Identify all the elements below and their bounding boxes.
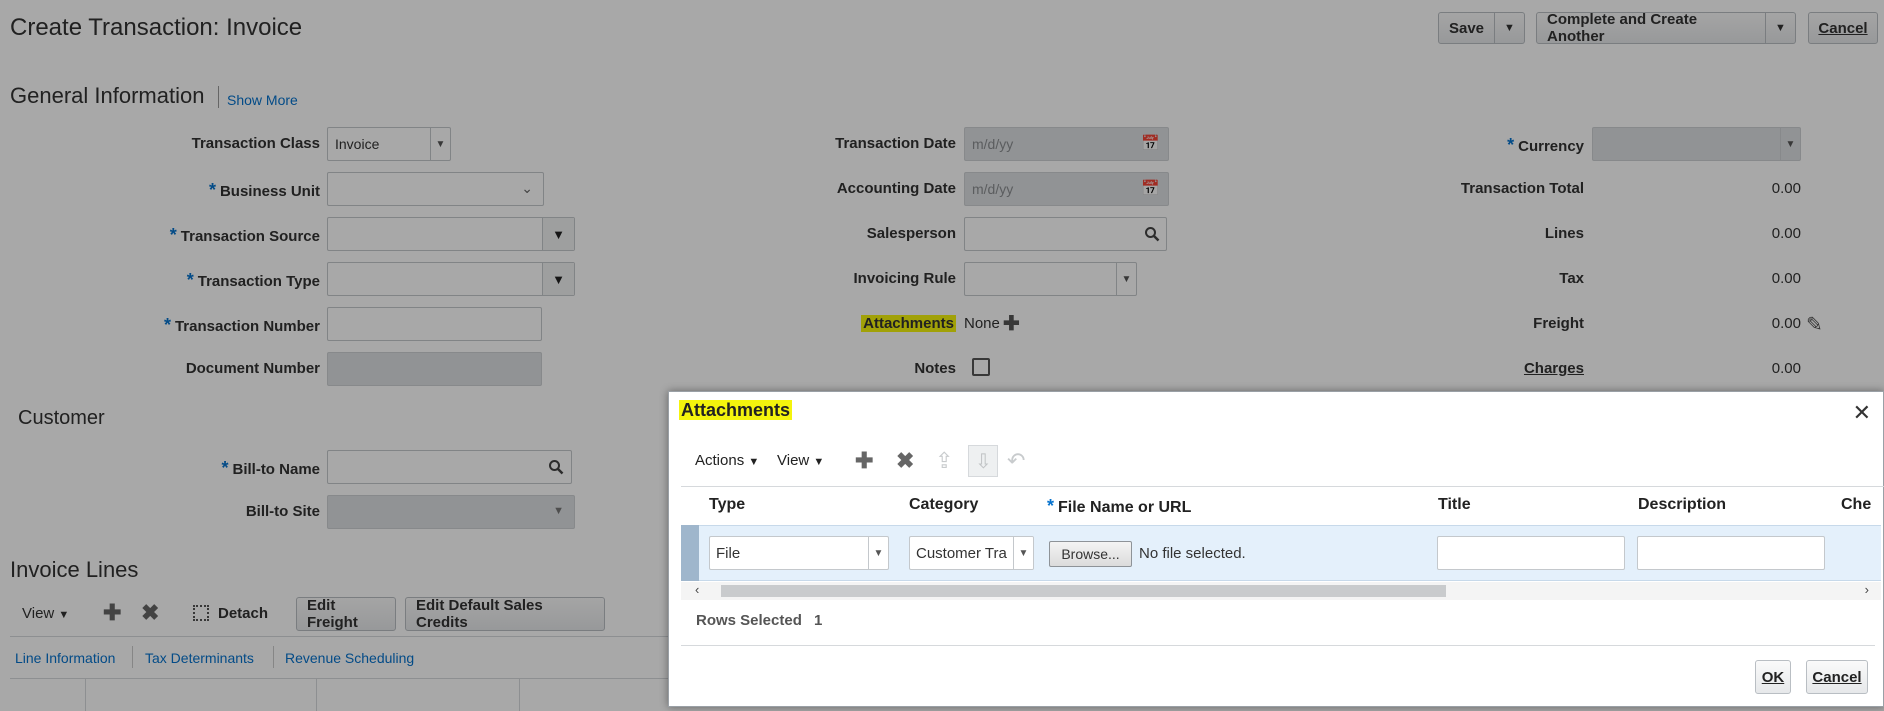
attachments-dialog: Attachments ✕ Actions ▼ View ▼ ✚ ✖ ⇪ ⇩ ↶… (668, 391, 1884, 707)
scroll-left-icon[interactable]: ‹ (695, 582, 699, 597)
file-status-text: No file selected. (1139, 545, 1246, 562)
description-input[interactable] (1637, 536, 1825, 570)
chevron-down-icon[interactable]: ▼ (868, 537, 888, 569)
type-value: File (716, 544, 741, 562)
dialog-title-text: Attachments (679, 400, 793, 420)
scroll-right-icon[interactable]: › (1865, 582, 1869, 597)
ok-button[interactable]: OK (1755, 660, 1791, 694)
title-input[interactable] (1437, 536, 1625, 570)
cancel-button[interactable]: Cancel (1806, 660, 1868, 694)
actions-menu-label: Actions (695, 452, 745, 469)
rows-selected-count: 1 (814, 612, 823, 629)
column-header-file-name[interactable]: * File Name or URL (1047, 496, 1191, 517)
export-icon: ⇪ (935, 448, 954, 473)
horizontal-scrollbar[interactable]: ‹ › (681, 582, 1881, 600)
category-value: Customer Tra (916, 544, 1007, 562)
column-header-type[interactable]: Type (709, 496, 745, 514)
column-header-title[interactable]: Title (1438, 496, 1471, 514)
delete-icon[interactable]: ✖ (896, 448, 914, 474)
required-icon: * (1047, 496, 1055, 516)
scroll-thumb[interactable] (721, 585, 1446, 597)
undo-icon: ↶ (1007, 448, 1026, 473)
browse-button[interactable]: Browse... (1049, 541, 1132, 567)
chevron-down-icon[interactable]: ▼ (1013, 537, 1033, 569)
category-select[interactable]: Customer Tra ▼ (909, 536, 1034, 570)
column-header-category[interactable]: Category (909, 496, 978, 514)
chevron-down-icon: ▼ (813, 456, 825, 468)
close-icon[interactable]: ✕ (1853, 400, 1871, 426)
divider (681, 486, 1884, 487)
chevron-down-icon: ▼ (748, 456, 760, 468)
rows-selected-label: Rows Selected 1 (696, 612, 822, 629)
column-header-check[interactable]: Che (1841, 496, 1871, 514)
view-menu-label: View (777, 452, 810, 469)
divider (681, 645, 1875, 646)
type-select[interactable]: File ▼ (709, 536, 889, 570)
dialog-title: Attachments (679, 400, 793, 421)
check-in-icon: ⇩ (968, 445, 998, 477)
actions-menu[interactable]: Actions ▼ (695, 452, 759, 469)
column-header-file-name-text: File Name or URL (1058, 499, 1192, 516)
add-icon[interactable]: ✚ (855, 448, 873, 474)
row-selector[interactable] (681, 525, 699, 581)
column-header-description[interactable]: Description (1638, 496, 1726, 514)
view-menu[interactable]: View ▼ (777, 452, 824, 469)
rows-selected-label-text: Rows Selected (696, 612, 802, 629)
